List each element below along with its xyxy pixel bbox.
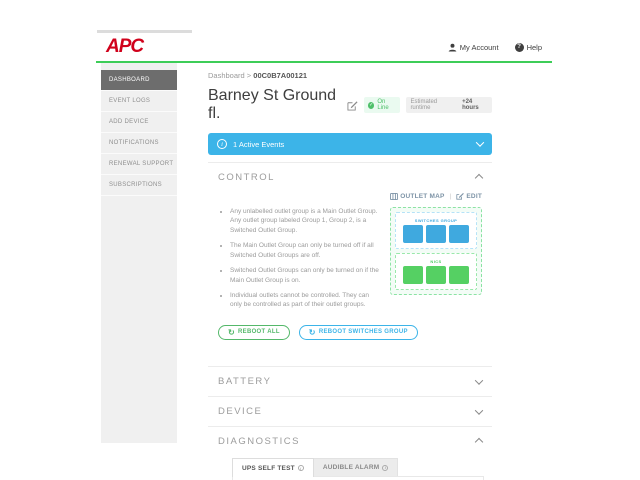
runtime-label: Estimated runtime — [410, 99, 438, 111]
sidebar-item-add-device[interactable]: ADD DEVICE — [101, 112, 177, 133]
edit-title-icon[interactable] — [347, 100, 358, 111]
device-title: DEVICE — [218, 406, 263, 418]
diagnostics-title: DIAGNOSTICS — [218, 436, 300, 448]
my-account-button[interactable]: My Account — [448, 43, 499, 52]
active-events-bar[interactable]: i 1 Active Events — [208, 133, 492, 155]
outlet-map-link-label: OUTLET MAP — [400, 192, 445, 200]
battery-header[interactable]: BATTERY — [208, 367, 492, 396]
section-diagnostics: DIAGNOSTICS UPS SELF TEST i AUDIBLE ALARM i — [208, 426, 492, 480]
section-device: DEVICE — [208, 396, 492, 426]
active-events-left: i 1 Active Events — [217, 139, 284, 149]
check-icon: ✓ — [367, 101, 375, 109]
sidebar-item-dashboard[interactable]: DASHBOARD — [101, 70, 177, 91]
outlet-map-icon — [390, 192, 399, 200]
tab-ups-self-test[interactable]: UPS SELF TEST i — [232, 458, 314, 478]
info-icon: i — [217, 139, 227, 149]
breadcrumb-root[interactable]: Dashboard — [208, 71, 245, 80]
device-title-row: Barney St Ground fl. ✓ On Line Estimated… — [208, 87, 492, 123]
my-account-label: My Account — [459, 42, 499, 52]
chevron-up-icon[interactable] — [474, 437, 484, 447]
control-rule: Individual outlets cannot be controlled.… — [230, 291, 380, 310]
header-actions: My Account ? Help — [448, 42, 542, 52]
diagnostics-header[interactable]: DIAGNOSTICS — [208, 427, 492, 456]
button-label: REBOOT ALL — [238, 328, 280, 335]
control-header[interactable]: CONTROL — [208, 163, 492, 192]
tab-label: UPS SELF TEST — [242, 464, 295, 472]
diagnostics-body: UPS SELF TEST i AUDIBLE ALARM i — [208, 456, 492, 480]
reboot-all-button[interactable]: ↻ REBOOT ALL — [218, 324, 290, 341]
control-links: OUTLET MAP | EDIT — [218, 192, 482, 200]
tab-label: AUDIBLE ALARM — [322, 464, 380, 472]
status-badge: ✓ On Line — [363, 97, 401, 113]
outlet-group-nics[interactable]: NICS — [395, 253, 477, 290]
help-icon: ? — [514, 42, 524, 52]
chevron-down-icon[interactable] — [474, 406, 484, 415]
user-icon — [448, 43, 457, 52]
outlet-squares — [403, 265, 469, 284]
accordion-sections: CONTROL OUTLET MAP | EDIT • Any unlabell… — [208, 162, 492, 480]
reboot-buttons: ↻ REBOOT ALL ↻ REBOOT SWITCHES GROUP — [218, 324, 482, 341]
edit-link-label: EDIT — [466, 192, 482, 200]
outlet-icon[interactable] — [403, 224, 423, 243]
app-header: APC My Account ? Help — [96, 33, 552, 61]
outlet-icon[interactable] — [449, 224, 469, 243]
refresh-icon: ↻ — [228, 327, 236, 337]
refresh-icon: ↻ — [308, 327, 316, 337]
outlet-group-label: SWITCHES GROUP — [414, 217, 458, 223]
runtime-badge: Estimated runtime +24 hours — [406, 97, 492, 113]
sidebar-nav: DASHBOARD EVENT LOGS ADD DEVICE NOTIFICATIO… — [101, 63, 177, 443]
outlet-map-link[interactable]: OUTLET MAP — [390, 192, 445, 200]
chevron-up-icon[interactable] — [474, 173, 484, 182]
reboot-switches-group-button[interactable]: ↻ REBOOT SWITCHES GROUP — [298, 324, 418, 341]
outlet-icon[interactable] — [449, 265, 469, 284]
outlet-group-label: NICS — [430, 258, 442, 264]
link-separator: | — [449, 192, 452, 200]
control-rule: The Main Outlet Group can only be turned… — [230, 241, 380, 260]
control-rules-list: Any unlabelled outlet group is a Main Ou… — [218, 207, 380, 316]
section-control: CONTROL OUTLET MAP | EDIT • Any unlabell… — [208, 162, 492, 366]
edit-link[interactable]: EDIT — [456, 192, 482, 200]
outlet-icon[interactable] — [403, 265, 423, 284]
breadcrumb-current: 00C0B7A00121 — [253, 71, 308, 80]
runtime-value: +24 hours — [462, 99, 479, 111]
apc-dashboard-page: APC My Account ? Help DASHBOARD EVENT LOG… — [0, 0, 640, 480]
status-label: On Line — [377, 99, 389, 111]
help-label: Help — [526, 42, 542, 52]
page-title: Barney St Ground fl. — [208, 87, 337, 122]
outlet-group-switches-group[interactable]: SWITCHES GROUP — [395, 212, 477, 249]
device-header[interactable]: DEVICE — [208, 397, 492, 426]
main-content: Dashboard > 00C0B7A00121 Barney St Groun… — [208, 63, 492, 480]
control-columns: Any unlabelled outlet group is a Main Ou… — [218, 207, 482, 316]
diagnostics-tabs: UPS SELF TEST i AUDIBLE ALARM i — [232, 458, 482, 478]
apc-logo: APC — [106, 36, 144, 57]
battery-title: BATTERY — [218, 376, 272, 388]
help-button[interactable]: ? Help — [514, 42, 542, 52]
section-battery: BATTERY — [208, 366, 492, 396]
sidebar-item-notifications[interactable]: NOTIFICATIONS — [101, 133, 177, 154]
info-icon: i — [382, 464, 389, 471]
sidebar-item-event-logs[interactable]: EVENT LOGS — [101, 91, 177, 112]
control-title: CONTROL — [218, 172, 275, 183]
breadcrumb: Dashboard > 00C0B7A00121 — [208, 71, 492, 80]
outlet-icon[interactable] — [426, 265, 446, 284]
tab-audible-alarm[interactable]: AUDIBLE ALARM i — [313, 458, 399, 478]
chevron-down-icon[interactable] — [475, 138, 485, 147]
control-rule: Any unlabelled outlet group is a Main Ou… — [230, 207, 380, 235]
active-events-label: 1 Active Events — [233, 139, 285, 149]
control-rule: Switched Outlet Groups can only be turne… — [230, 266, 380, 285]
control-body: OUTLET MAP | EDIT Any unlabelled outlet … — [208, 192, 492, 366]
outlet-squares — [403, 224, 469, 243]
button-label: REBOOT SWITCHES GROUP — [318, 328, 408, 335]
info-icon: i — [297, 465, 304, 472]
edit-icon — [456, 192, 465, 200]
sidebar-item-renewal-support[interactable]: RENEWAL SUPPORT — [101, 154, 177, 175]
breadcrumb-separator: > — [246, 71, 252, 80]
outlet-map[interactable]: SWITCHES GROUP NICS — [390, 207, 482, 295]
chevron-down-icon[interactable] — [474, 376, 484, 385]
outlet-icon[interactable] — [426, 224, 446, 243]
sidebar-item-subscriptions[interactable]: SUBSCRIPTIONS — [101, 175, 177, 196]
